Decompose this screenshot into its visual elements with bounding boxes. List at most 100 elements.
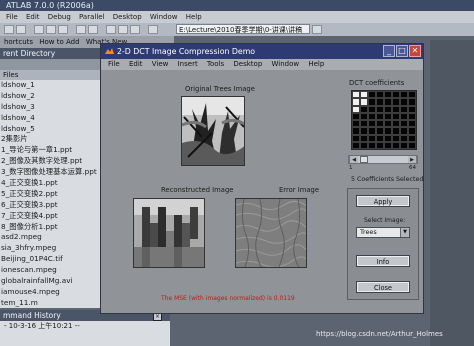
menu-help[interactable]: Help — [308, 60, 324, 68]
dct-coefficient-cell[interactable] — [400, 141, 408, 149]
dct-coefficient-cell[interactable] — [352, 141, 360, 149]
dct-coefficient-cell[interactable] — [384, 112, 392, 120]
close-button[interactable]: Close — [356, 281, 410, 293]
paste-icon[interactable] — [58, 25, 68, 34]
file-list-item[interactable]: ldshow_1 — [0, 80, 104, 91]
slider-left-arrow-icon[interactable]: ◀ — [349, 156, 358, 163]
menu-desktop[interactable]: Desktop — [233, 60, 262, 68]
file-list-item[interactable]: asd2.mpeg — [0, 232, 104, 243]
file-list-item[interactable]: 5_正交变换2.ppt — [0, 189, 104, 200]
menu-window[interactable]: Window — [150, 13, 178, 21]
dct-coefficient-cell[interactable] — [376, 134, 384, 142]
dct-coefficient-cell[interactable] — [384, 98, 392, 106]
dct-coefficient-cell[interactable] — [360, 120, 368, 128]
dct-coefficient-cell[interactable] — [400, 120, 408, 128]
new-file-icon[interactable] — [4, 25, 14, 34]
menu-help[interactable]: Help — [186, 13, 202, 21]
menu-file[interactable]: File — [6, 13, 18, 21]
maximize-icon[interactable]: □ — [396, 45, 408, 57]
file-list-item[interactable]: 6_正交变换3.ppt — [0, 200, 104, 211]
guide-icon[interactable] — [118, 25, 128, 34]
minimize-icon[interactable]: _ — [383, 45, 395, 57]
dct-coefficient-cell[interactable] — [352, 134, 360, 142]
dct-coefficient-cell[interactable] — [408, 112, 416, 120]
menu-desktop[interactable]: Desktop — [113, 13, 142, 21]
dct-coefficient-cell[interactable] — [368, 105, 376, 113]
file-list-item[interactable]: ldshow_2 — [0, 91, 104, 102]
file-list-item[interactable]: ionescan.mpeg — [0, 265, 104, 276]
dct-coefficient-cell[interactable] — [352, 120, 360, 128]
apply-button[interactable]: Apply — [356, 195, 410, 207]
current-directory-field[interactable]: E:\Lecture\2010春季学期\0-讲课\讲稿 — [176, 24, 310, 34]
file-list-item[interactable]: 2集影片 — [0, 134, 104, 145]
dct-coefficient-cell[interactable] — [408, 134, 416, 142]
dct-coefficient-cell[interactable] — [384, 120, 392, 128]
slider-right-arrow-icon[interactable]: ▶ — [408, 156, 417, 163]
dct-coefficient-cell[interactable] — [384, 91, 392, 99]
dct-coefficient-cell[interactable] — [384, 141, 392, 149]
dct-coefficient-cell[interactable] — [360, 134, 368, 142]
copy-icon[interactable] — [46, 25, 56, 34]
dct-coefficient-cell[interactable] — [408, 120, 416, 128]
file-list-item[interactable]: ldshow_4 — [0, 113, 104, 124]
dct-coefficient-cell[interactable] — [360, 105, 368, 113]
dct-coefficient-cell[interactable] — [352, 91, 360, 99]
dct-coefficient-cell[interactable] — [352, 127, 360, 135]
file-list-item[interactable]: ldshow_3 — [0, 102, 104, 113]
dct-coefficient-cell[interactable] — [392, 120, 400, 128]
dct-coefficient-cell[interactable] — [392, 112, 400, 120]
browse-folder-icon[interactable] — [312, 25, 322, 34]
dct-coefficient-cell[interactable] — [376, 98, 384, 106]
dct-coefficient-cell[interactable] — [392, 134, 400, 142]
menu-edit[interactable]: Edit — [26, 13, 40, 21]
shortcuts-label[interactable]: hortcuts — [4, 38, 33, 46]
profiler-icon[interactable] — [130, 25, 140, 34]
cut-icon[interactable] — [34, 25, 44, 34]
dct-coefficient-cell[interactable] — [400, 98, 408, 106]
dct-coefficient-cell[interactable] — [408, 105, 416, 113]
dct-coefficient-cell[interactable] — [360, 141, 368, 149]
info-button[interactable]: Info — [356, 255, 410, 267]
dct-coefficient-cell[interactable] — [360, 127, 368, 135]
file-list-item[interactable]: 7_正交变换4.ppt — [0, 211, 104, 222]
chevron-down-icon[interactable]: ▼ — [400, 228, 409, 237]
dct-coefficient-cell[interactable] — [368, 127, 376, 135]
simulink-icon[interactable] — [106, 25, 116, 34]
dct-coefficient-cell[interactable] — [368, 98, 376, 106]
dct-coefficient-cell[interactable] — [352, 112, 360, 120]
dct-coefficient-cell[interactable] — [400, 91, 408, 99]
dct-coefficient-cell[interactable] — [408, 98, 416, 106]
dct-coefficient-cell[interactable] — [360, 112, 368, 120]
dct-coefficient-cell[interactable] — [368, 112, 376, 120]
file-list-item[interactable]: iamouse4.mpeg — [0, 287, 104, 298]
menu-parallel[interactable]: Parallel — [79, 13, 105, 21]
file-list-item[interactable]: Beijing_01P4C.tif — [0, 254, 104, 265]
dct-coefficient-cell[interactable] — [400, 112, 408, 120]
dct-coefficient-cell[interactable] — [368, 141, 376, 149]
dct-coefficient-cell[interactable] — [392, 91, 400, 99]
dct-coefficient-cell[interactable] — [376, 127, 384, 135]
undo-icon[interactable] — [76, 25, 86, 34]
file-list-item[interactable]: 4_正交变换1.ppt — [0, 178, 104, 189]
dct-coefficient-cell[interactable] — [376, 91, 384, 99]
dct-coefficient-cell[interactable] — [368, 120, 376, 128]
help-icon[interactable] — [148, 25, 158, 34]
redo-icon[interactable] — [88, 25, 98, 34]
dct-coefficient-cell[interactable] — [360, 91, 368, 99]
dct-coefficient-cell[interactable] — [376, 105, 384, 113]
menu-debug[interactable]: Debug — [48, 13, 71, 21]
menu-file[interactable]: File — [108, 60, 120, 68]
coefficient-slider[interactable]: ◀ ▶ — [348, 155, 418, 164]
dct-coefficient-cell[interactable] — [392, 127, 400, 135]
dct-coefficient-cell[interactable] — [376, 141, 384, 149]
file-list-item[interactable]: tem_11.m — [0, 298, 104, 308]
dct-coefficient-cell[interactable] — [352, 105, 360, 113]
menu-edit[interactable]: Edit — [129, 60, 143, 68]
dct-coefficient-cell[interactable] — [368, 134, 376, 142]
file-list-item[interactable]: 3_数字图像处理基本运算.ppt — [0, 167, 104, 178]
dct-coefficient-grid[interactable] — [351, 90, 417, 150]
select-image-dropdown[interactable]: Trees ▼ — [356, 227, 410, 238]
how-to-add-link[interactable]: How to Add — [39, 38, 79, 46]
menu-window[interactable]: Window — [272, 60, 300, 68]
dct-coefficient-cell[interactable] — [368, 91, 376, 99]
